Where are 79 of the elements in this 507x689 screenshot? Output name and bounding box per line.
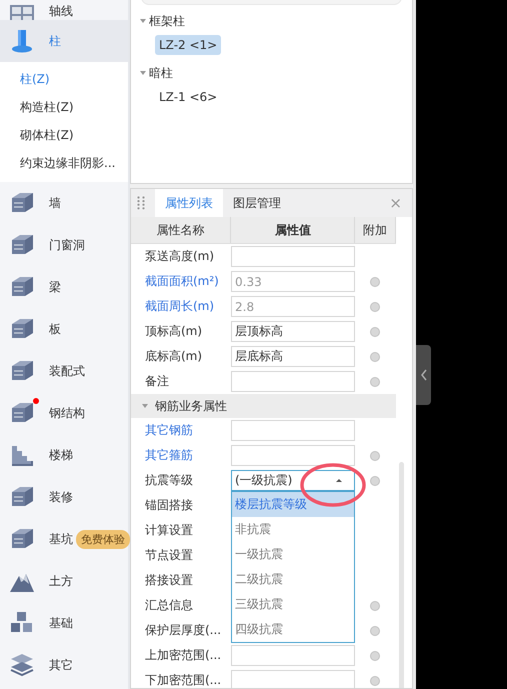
column-header: 属性名称 — [131, 217, 232, 243]
attach-radio[interactable] — [370, 352, 380, 362]
sidebar-item[interactable]: 其它 — [0, 644, 128, 686]
tab[interactable]: 图层管理 — [223, 189, 291, 217]
property-name: 节点设置 — [144, 547, 194, 564]
promo-badge[interactable]: 免费体验 — [76, 530, 130, 549]
sidebar-item[interactable]: 基础 — [0, 602, 128, 644]
dropdown-option[interactable]: 二级抗震 — [232, 567, 354, 592]
property-name: 保护层厚度(... — [144, 622, 222, 639]
property-name: 其它箍筋 — [144, 447, 194, 464]
property-name: 顶标高(m) — [144, 323, 204, 340]
value-field[interactable] — [231, 445, 355, 466]
column-header: 附加 — [355, 217, 396, 243]
attach-radio[interactable] — [370, 376, 380, 386]
attach-radio[interactable] — [370, 450, 380, 460]
tree-group-label[interactable]: 暗柱 — [149, 64, 173, 82]
sidebar-subitem[interactable]: 柱(Z) — [0, 65, 128, 93]
property-name: 下加密范围(... — [144, 672, 222, 688]
property-name: 其它钢筋 — [144, 422, 194, 439]
value-field[interactable]: 层底标高 — [231, 346, 355, 367]
value-field[interactable] — [231, 246, 355, 267]
sidebar-item[interactable]: 装修 — [0, 476, 128, 518]
value-field[interactable]: 层顶标高 — [231, 321, 355, 342]
tab[interactable]: 属性列表 — [155, 189, 223, 217]
attach-radio[interactable] — [370, 276, 380, 286]
attach-radio[interactable] — [370, 626, 380, 636]
value-field[interactable] — [231, 420, 355, 441]
caret-icon[interactable] — [139, 70, 149, 76]
sidebar-item[interactable]: 基坑 免费体验 — [0, 518, 128, 560]
dropdown-option[interactable]: 一级抗震 — [232, 542, 354, 567]
sidebar-item[interactable]: 装配式 — [0, 350, 128, 392]
dropdown-option[interactable]: 非抗震 — [232, 517, 354, 542]
sidebar-item[interactable]: 钢结构 — [0, 392, 128, 434]
layers-icon — [9, 652, 35, 678]
sidebar-item[interactable]: 板 — [0, 308, 128, 350]
sidebar-item[interactable]: 土方 — [0, 560, 128, 602]
sidebar-item[interactable]: 墙 — [0, 182, 128, 224]
chevron-left-icon — [420, 369, 428, 381]
attach-radio[interactable] — [370, 600, 380, 610]
sidebar-item[interactable]: 梁 — [0, 266, 128, 308]
collapse-tab[interactable] — [416, 345, 431, 405]
dropdown-option[interactable]: 四级抗震 — [232, 617, 354, 642]
attach-radio[interactable] — [370, 676, 380, 686]
tree-item[interactable]: LZ-1 <6> — [155, 87, 222, 107]
property-name: 泵送高度(m) — [144, 248, 216, 265]
dropdown-option[interactable]: 三级抗震 — [232, 592, 354, 617]
property-name: 锚固搭接 — [144, 497, 194, 514]
sidebar-subitem[interactable]: 约束边缘非阴影... — [0, 149, 128, 177]
group-row[interactable]: 钢筋业务属性 — [131, 394, 396, 418]
property-name: 上加密范围(... — [144, 647, 222, 664]
property-name: 搭接设置 — [144, 572, 194, 589]
property-name: 截面面积(m²) — [144, 273, 220, 290]
tree-item[interactable]: LZ-2 <1> — [155, 35, 222, 55]
property-name: 抗震等级 — [144, 472, 194, 489]
dropdown-field[interactable]: (一级抗震) — [231, 470, 355, 491]
attach-radio[interactable] — [370, 326, 380, 336]
sidebar-subitem[interactable]: 砌体柱(Z) — [0, 121, 128, 149]
column-header: 属性值 — [231, 217, 356, 243]
attach-radio[interactable] — [370, 302, 380, 312]
caret-icon[interactable] — [139, 18, 149, 24]
property-name: 计算设置 — [144, 522, 194, 539]
value-field[interactable] — [231, 670, 355, 688]
property-name: 汇总信息 — [144, 597, 194, 614]
property-name: 备注 — [144, 373, 170, 390]
sidebar-item[interactable]: 楼梯 — [0, 434, 128, 476]
attach-radio[interactable] — [370, 650, 380, 660]
group-label: 钢筋业务属性 — [155, 398, 227, 414]
column-icon — [9, 28, 35, 54]
scrollbar[interactable] — [399, 462, 404, 688]
property-name: 截面周长(m) — [144, 298, 216, 315]
caret-icon[interactable] — [141, 403, 149, 409]
value-field[interactable] — [231, 645, 355, 666]
sidebar-subitem[interactable]: 构造柱(Z) — [0, 93, 128, 121]
attach-radio[interactable] — [370, 476, 380, 486]
sidebar-item[interactable]: 门窗洞 — [0, 224, 128, 266]
property-name: 底标高(m) — [144, 348, 204, 365]
tree-group-label[interactable]: 框架柱 — [149, 12, 185, 30]
value-field[interactable] — [231, 371, 355, 392]
drag-handle-icon[interactable] — [137, 196, 145, 210]
